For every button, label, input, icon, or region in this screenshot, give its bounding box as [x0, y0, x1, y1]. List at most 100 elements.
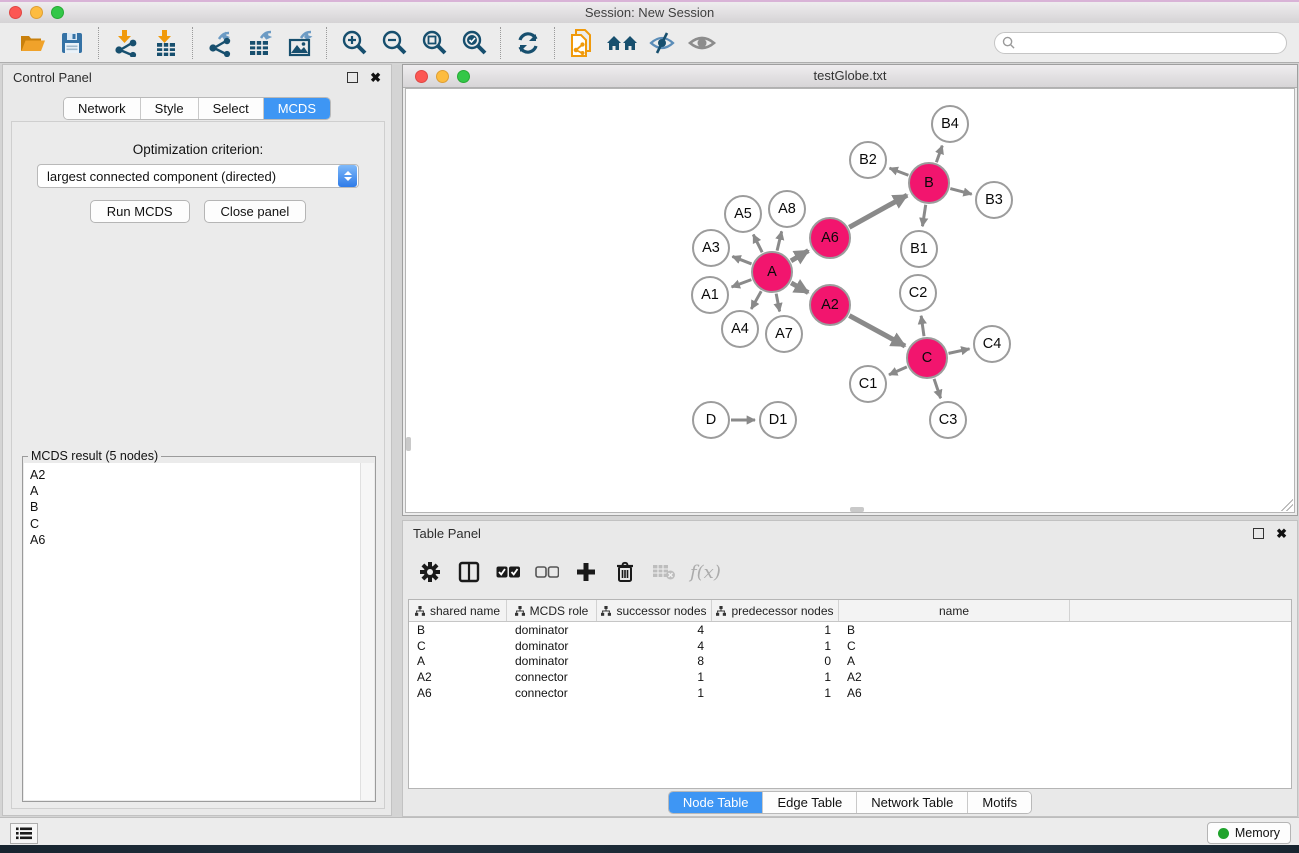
edge-C-C1: [889, 367, 907, 375]
graph-node-C[interactable]: C: [906, 337, 948, 379]
graph-node-D1[interactable]: D1: [759, 401, 797, 439]
window-resize-grip[interactable]: [1281, 499, 1293, 511]
graph-node-C2[interactable]: C2: [899, 274, 937, 312]
canvas-horizontal-scroll-indicator[interactable]: [850, 507, 864, 512]
hide-selected-button[interactable]: [642, 26, 682, 60]
graph-node-B3[interactable]: B3: [975, 181, 1013, 219]
zoom-in-button[interactable]: [334, 26, 374, 60]
mcds-result-list[interactable]: A2ABCA6: [24, 463, 374, 800]
node-table: shared nameMCDS rolesuccessor nodesprede…: [408, 599, 1292, 789]
unselect-all-button[interactable]: [534, 559, 560, 585]
refresh-layout-button[interactable]: [508, 26, 548, 60]
column-header-name[interactable]: name: [839, 600, 1070, 621]
import-network-button[interactable]: [106, 26, 146, 60]
table-tab-edge-table[interactable]: Edge Table: [762, 792, 856, 813]
show-column-panel-button[interactable]: [456, 559, 482, 585]
mcds-result-item[interactable]: A2: [30, 467, 354, 483]
function-builder-button[interactable]: f(x): [690, 562, 721, 583]
tab-style[interactable]: Style: [140, 98, 198, 119]
mcds-result-item[interactable]: B: [30, 499, 354, 515]
table-row[interactable]: A6connector11A6: [409, 685, 1291, 701]
graph-node-B2[interactable]: B2: [849, 141, 887, 179]
table-tab-node-table[interactable]: Node Table: [669, 792, 763, 813]
close-panel-icon[interactable]: ✖: [370, 73, 381, 82]
new-network-from-selection-button[interactable]: [562, 26, 602, 60]
minimize-network-button[interactable]: [436, 70, 449, 83]
import-table-button[interactable]: [146, 26, 186, 60]
float-table-panel-icon[interactable]: [1253, 528, 1264, 539]
table-row[interactable]: Adominator80A: [409, 653, 1291, 669]
graph-node-B4[interactable]: B4: [931, 105, 969, 143]
show-all-button[interactable]: [682, 26, 722, 60]
graph-node-A7[interactable]: A7: [765, 315, 803, 353]
open-session-button[interactable]: [12, 26, 52, 60]
graph-node-A2[interactable]: A2: [809, 284, 851, 326]
search-input[interactable]: [1020, 35, 1279, 51]
result-list-scrollbar[interactable]: [360, 463, 374, 800]
first-neighbors-button[interactable]: [602, 26, 642, 60]
graph-node-A6[interactable]: A6: [809, 217, 851, 259]
network-canvas[interactable]: A A1 A2 A3 A4 A5 A6 A7 A8 B B1 B2 B3B4 C C1 C2 C3C4 D D1: [405, 88, 1295, 513]
graph-node-B1[interactable]: B1: [900, 230, 938, 268]
column-header-shared-name[interactable]: shared name: [409, 600, 507, 621]
graph-node-C4[interactable]: C4: [973, 325, 1011, 363]
panel-menu-button[interactable]: [10, 823, 38, 844]
graph-node-A4[interactable]: A4: [721, 310, 759, 348]
graph-node-A8[interactable]: A8: [768, 190, 806, 228]
import-network-icon: [112, 29, 140, 57]
tab-select[interactable]: Select: [198, 98, 263, 119]
table-options-button[interactable]: [417, 559, 443, 585]
graph-node-D[interactable]: D: [692, 401, 730, 439]
mcds-result-item[interactable]: A: [30, 483, 354, 499]
table-panel-header: Table Panel ✖: [403, 521, 1297, 545]
column-header-successor-nodes[interactable]: successor nodes: [597, 600, 712, 621]
zoom-out-button[interactable]: [374, 26, 414, 60]
graph-node-A[interactable]: A: [751, 251, 793, 293]
table-toolbar: f(x): [409, 551, 1291, 593]
graph-node-A1[interactable]: A1: [691, 276, 729, 314]
tab-mcds[interactable]: MCDS: [263, 98, 330, 119]
close-window-button[interactable]: [9, 6, 22, 19]
search-box[interactable]: [994, 32, 1287, 54]
zoom-selected-button[interactable]: [454, 26, 494, 60]
mcds-result-item[interactable]: C: [30, 516, 354, 532]
graph-node-B[interactable]: B: [908, 162, 950, 204]
run-mcds-button[interactable]: Run MCDS: [90, 200, 190, 223]
tab-network[interactable]: Network: [64, 98, 140, 119]
edge-A-A1: [732, 280, 752, 287]
table-row[interactable]: A2connector11A2: [409, 669, 1291, 685]
table-row[interactable]: Bdominator41B: [409, 622, 1291, 638]
float-panel-icon[interactable]: [347, 72, 358, 83]
mcds-result-item[interactable]: A6: [30, 532, 354, 548]
delete-table-button[interactable]: [651, 559, 677, 585]
column-header-predecessor-nodes[interactable]: predecessor nodes: [712, 600, 839, 621]
edge-C-C3: [934, 379, 941, 398]
export-table-button[interactable]: [240, 26, 280, 60]
zoom-window-button[interactable]: [51, 6, 64, 19]
delete-row-button[interactable]: [612, 559, 638, 585]
table-row[interactable]: Cdominator41C: [409, 638, 1291, 654]
shared-column-icon: [601, 606, 611, 616]
graph-node-A3[interactable]: A3: [692, 229, 730, 267]
memory-button[interactable]: Memory: [1207, 822, 1291, 844]
close-table-panel-icon[interactable]: ✖: [1276, 529, 1287, 538]
save-session-button[interactable]: [52, 26, 92, 60]
canvas-vertical-scroll-indicator[interactable]: [406, 437, 411, 451]
zoom-fit-button[interactable]: [414, 26, 454, 60]
select-all-button[interactable]: [495, 559, 521, 585]
graph-node-A5[interactable]: A5: [724, 195, 762, 233]
minimize-window-button[interactable]: [30, 6, 43, 19]
zoom-network-button[interactable]: [457, 70, 470, 83]
export-image-button[interactable]: [280, 26, 320, 60]
table-tab-network-table[interactable]: Network Table: [856, 792, 967, 813]
close-panel-button[interactable]: Close panel: [204, 200, 307, 223]
edge-A6-B: [849, 195, 907, 227]
table-tab-motifs[interactable]: Motifs: [967, 792, 1031, 813]
export-network-button[interactable]: [200, 26, 240, 60]
graph-node-C1[interactable]: C1: [849, 365, 887, 403]
column-header-MCDS-role[interactable]: MCDS role: [507, 600, 597, 621]
add-row-button[interactable]: [573, 559, 599, 585]
optimization-criterion-select[interactable]: largest connected component (directed): [37, 164, 359, 188]
graph-node-C3[interactable]: C3: [929, 401, 967, 439]
close-network-button[interactable]: [415, 70, 428, 83]
